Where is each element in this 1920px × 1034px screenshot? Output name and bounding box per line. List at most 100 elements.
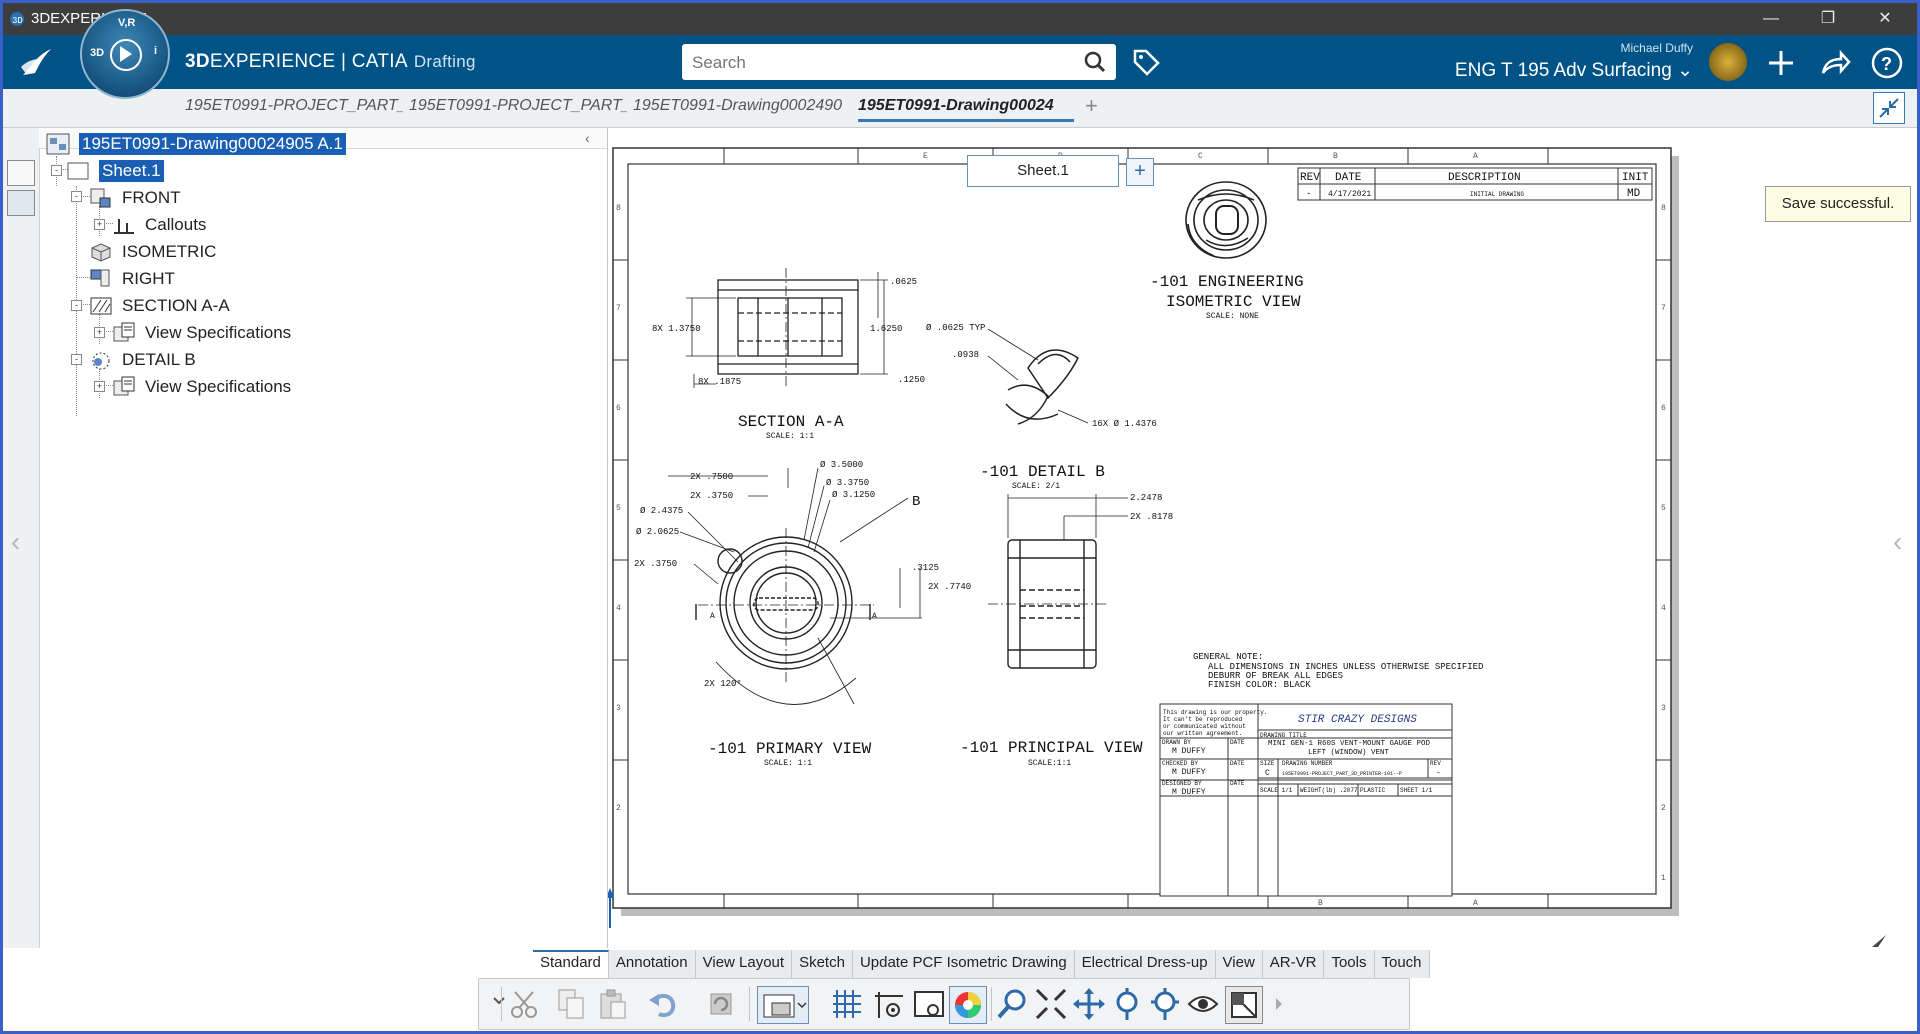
minimize-toolbar-button[interactable] [1873,92,1905,124]
tree-expander[interactable]: - [51,165,62,176]
view-frame-icon[interactable] [911,986,947,1022]
tab-project-part-2[interactable]: 195ET0991-PROJECT_PART_3 [409,97,627,115]
minimize-button[interactable]: — [1743,3,1799,35]
tree-item-view-specifications-1[interactable]: View Specifications [111,321,291,345]
svg-text:DESIGNED BY: DESIGNED BY [1162,780,1202,787]
svg-text:Ø 3.3750: Ø 3.3750 [826,478,869,488]
tag-icon[interactable] [1131,47,1161,77]
tab-electrical-dress-up[interactable]: Electrical Dress-up [1074,950,1216,978]
close-button[interactable]: ✕ [1857,3,1913,35]
tab-view-layout[interactable]: View Layout [695,950,793,978]
tree-item-label: RIGHT [122,269,175,288]
svg-text:A: A [872,612,877,621]
search-input[interactable] [690,50,1074,76]
zoom-icon[interactable] [1147,986,1183,1022]
hide-show-icon[interactable] [1185,986,1221,1022]
tree-expander[interactable]: - [71,191,82,202]
svg-text:GENERAL NOTE:: GENERAL NOTE: [1193,652,1263,662]
chevron-left-icon[interactable]: ‹ [11,526,20,558]
tree-expander[interactable]: - [71,354,82,365]
tab-annotation[interactable]: Annotation [608,950,696,978]
tree-view-button[interactable] [7,160,35,186]
right-view-icon [90,269,110,287]
restore-button[interactable]: ❐ [1800,3,1856,35]
copy-icon[interactable] [553,986,589,1022]
compass-label-top: V,R [118,17,136,29]
swap-visible-space-icon[interactable] [1225,986,1263,1024]
tab-drawing-1[interactable]: 195ET0991-Drawing0002490 [633,97,849,115]
drawing-sheet: A B C D E 8 7 6 5 4 3 2 1 8 7 6 5 4 3 2 [608,147,1679,928]
tab-sketch[interactable]: Sketch [792,950,853,978]
save-notification: Save successful. [1765,186,1911,222]
company-name: STIR CRAZY DESIGNS [1298,714,1417,726]
tree-item-label: Sheet.1 [98,159,165,183]
revision-table: REV DATE DESCRIPTION INIT - 4/17/2021 IN… [1297,167,1653,201]
section-scale: SCALE: 1:1 [766,432,814,441]
tree-item-front[interactable]: FRONT [88,186,181,210]
share-icon[interactable] [1817,45,1853,81]
tab-view[interactable]: View [1215,950,1263,978]
svg-text:DATE: DATE [1230,780,1245,787]
paste-icon[interactable] [595,986,631,1022]
tab-ar-vr[interactable]: AR-VR [1262,950,1325,978]
tree-item-view-specifications-2[interactable]: View Specifications [111,375,291,399]
zoom-area-icon[interactable] [995,986,1031,1022]
cut-icon[interactable] [507,986,543,1022]
tree-item-section[interactable]: SECTION A-A [88,294,230,318]
sheet-display-icon[interactable] [757,986,809,1024]
dassault-logo-icon[interactable] [17,45,57,81]
chevron-left-icon[interactable]: ‹ [1893,526,1902,558]
tab-touch[interactable]: Touch [1374,950,1430,978]
avatar[interactable] [1709,43,1747,81]
tree-expander[interactable]: + [94,327,105,338]
tab-project-part-1[interactable]: 195ET0991-PROJECT_PART_3 [185,97,403,115]
svg-text:DATE: DATE [1230,739,1245,746]
tree-side-strip [3,128,40,948]
tab-tools[interactable]: Tools [1324,950,1375,978]
action-bar-expand-icon[interactable] [481,986,505,1022]
tree-item-drawing-root[interactable]: 195ET0991-Drawing00024905 A.1 [45,132,347,156]
add-tab-button[interactable]: + [1085,93,1098,119]
tree-item-sheet[interactable]: Sheet.1 [65,159,165,183]
svg-text:DESCRIPTION: DESCRIPTION [1448,172,1521,184]
compass-widget[interactable]: V,R 3D i [80,9,170,99]
plus-icon[interactable] [1763,45,1799,81]
tree-expander[interactable]: - [71,300,82,311]
sheet-tab[interactable]: Sheet.1 [967,155,1119,187]
update-icon[interactable] [703,986,739,1022]
tab-standard[interactable]: Standard [533,950,609,978]
help-icon[interactable]: ? [1869,45,1905,81]
tree-item-right[interactable]: RIGHT [88,267,175,291]
grid-icon[interactable] [829,986,865,1022]
add-sheet-button[interactable]: + [1126,158,1154,186]
zoom-in-out-icon[interactable] [1109,986,1145,1022]
svg-text:Ø 2.4375: Ø 2.4375 [640,506,683,516]
tree-expander[interactable]: + [94,381,105,392]
undo-icon[interactable] [645,986,681,1022]
tab-drawing-active[interactable]: 195ET0991-Drawing00024 [858,97,1074,122]
catalog-view-button[interactable] [7,190,35,216]
tab-update-pcf[interactable]: Update PCF Isometric Drawing [852,950,1075,978]
fit-all-icon[interactable] [1033,986,1069,1022]
search-icon[interactable] [1084,51,1106,73]
dimension-display-icon[interactable] [871,986,907,1022]
svg-text:2X .7740: 2X .7740 [928,582,971,592]
tree-expander[interactable]: + [94,219,105,230]
user-info[interactable]: Michael Duffy ENG T 195 Adv Surfacing ⌄ [1455,41,1693,82]
collapse-panel-icon[interactable]: ‹ [585,130,590,146]
tree-item-isometric[interactable]: ISOMETRIC [88,240,216,264]
drawing-canvas[interactable]: A B C D E 8 7 6 5 4 3 2 1 8 7 6 5 4 3 2 [608,128,1917,948]
pan-icon[interactable] [1071,986,1107,1022]
svg-text:DRAWN BY: DRAWN BY [1162,739,1191,746]
color-wheel-icon[interactable] [949,986,987,1024]
iso-scale: SCALE: NONE [1206,312,1259,321]
tree-item-callouts[interactable]: Callouts [111,213,206,237]
svg-text:2X .3750: 2X .3750 [690,491,733,501]
3dexperience-app-icon: 3D [10,12,24,26]
tree-item-detail[interactable]: DETAIL B [88,348,196,372]
action-bar-more-icon[interactable] [1261,986,1282,1022]
play-icon[interactable] [120,46,132,62]
svg-text:2X .7500: 2X .7500 [690,472,733,482]
collab-space-selector[interactable]: ENG T 195 Adv Surfacing ⌄ [1455,59,1693,82]
svg-text:8X .1875: 8X .1875 [698,377,741,387]
